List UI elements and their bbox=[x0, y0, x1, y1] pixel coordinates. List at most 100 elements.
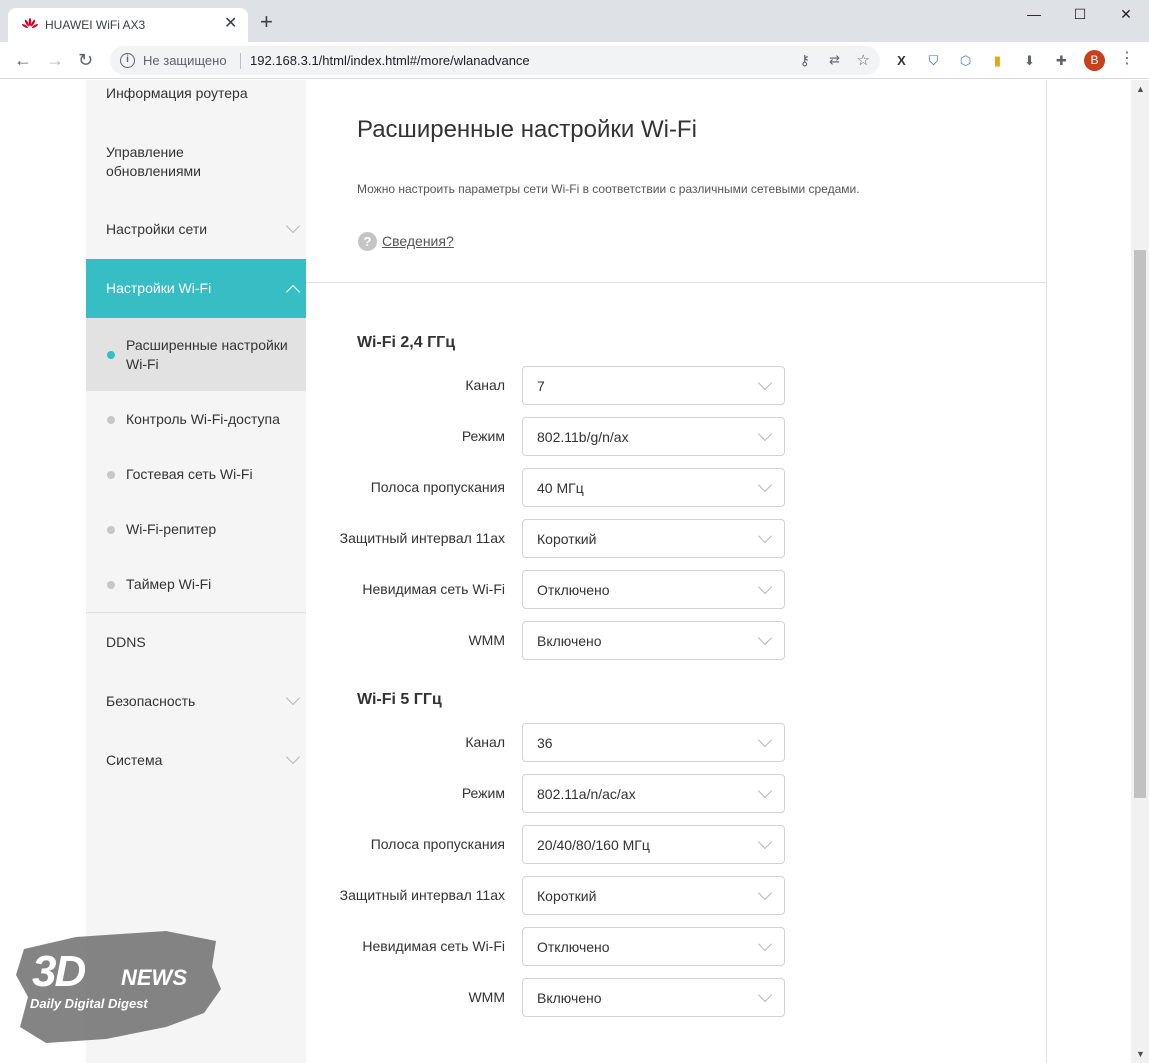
window-minimize-button[interactable]: — bbox=[1011, 6, 1057, 28]
chevron-down-icon bbox=[285, 218, 301, 234]
chevron-down-icon bbox=[757, 528, 773, 544]
extension-x-icon[interactable]: X bbox=[893, 52, 910, 69]
sidebar-item-network[interactable]: Настройки сети bbox=[86, 201, 306, 259]
huawei-logo-icon bbox=[22, 18, 38, 28]
menu-dots-icon[interactable]: ⋮ bbox=[1119, 50, 1135, 68]
scrollbar-thumb[interactable] bbox=[1134, 250, 1146, 798]
mode-24-select[interactable]: 802.11b/g/n/ax bbox=[522, 417, 785, 456]
shield-extension-icon[interactable]: ⛉ bbox=[925, 52, 942, 69]
browser-tab[interactable]: HUAWEI WiFi AX3 ✕ bbox=[8, 8, 248, 42]
sidebar-item-security[interactable]: Безопасность bbox=[86, 672, 306, 730]
dot-icon bbox=[107, 581, 115, 589]
sidebar-item-updates[interactable]: Управление обновлениями bbox=[86, 132, 306, 188]
setting-row-5-wmm: WMM Включено bbox=[306, 978, 1046, 1018]
guard-interval-24-select[interactable]: Короткий bbox=[522, 519, 785, 558]
forward-arrow-icon[interactable]: → bbox=[46, 51, 64, 69]
setting-row-24-channel: Канал 7 bbox=[306, 366, 1046, 406]
bandwidth-24-select[interactable]: 40 МГц bbox=[522, 468, 785, 507]
key-icon[interactable]: ⚷ bbox=[800, 52, 810, 69]
info-icon[interactable]: i bbox=[120, 53, 135, 68]
page-margin-left bbox=[0, 80, 86, 1063]
select-value: Включено bbox=[537, 633, 602, 649]
channel-24-select[interactable]: 7 bbox=[522, 366, 785, 405]
badge-extension-icon[interactable]: ⬡ bbox=[957, 52, 974, 69]
channel-5-select[interactable]: 36 bbox=[522, 723, 785, 762]
chevron-down-icon bbox=[757, 885, 773, 901]
puzzle-icon[interactable]: ✚ bbox=[1053, 52, 1070, 69]
setting-row-24-wmm: WMM Включено bbox=[306, 621, 1046, 661]
security-status[interactable]: Не защищено bbox=[143, 53, 227, 68]
hidden-network-24-select[interactable]: Отключено bbox=[522, 570, 785, 609]
sidebar-item-label: DDNS bbox=[106, 634, 146, 650]
setting-row-24-hidden-network: Невидимая сеть Wi-Fi Отключено bbox=[306, 570, 1046, 610]
setting-row-24-mode: Режим 802.11b/g/n/ax bbox=[306, 417, 1046, 457]
guard-interval-5-select[interactable]: Короткий bbox=[522, 876, 785, 915]
translate-icon[interactable]: ⇄ bbox=[829, 52, 840, 68]
setting-label: Невидимая сеть Wi-Fi bbox=[362, 938, 505, 954]
scroll-down-icon[interactable]: ▼ bbox=[1136, 1049, 1145, 1059]
dot-icon bbox=[107, 471, 115, 479]
main-content: Расширенные настройки Wi-Fi Можно настро… bbox=[306, 80, 1046, 1063]
chevron-down-icon bbox=[285, 749, 301, 765]
new-tab-button[interactable]: + bbox=[260, 11, 273, 33]
content-divider bbox=[306, 282, 1046, 283]
active-dot-icon bbox=[107, 351, 115, 359]
page-title: Расширенные настройки Wi-Fi bbox=[357, 116, 697, 143]
select-value: 40 МГц bbox=[537, 480, 584, 496]
setting-label: Режим bbox=[461, 785, 505, 801]
sidebar-subitem-wifi-advanced[interactable]: Расширенные настройки Wi-Fi bbox=[86, 318, 306, 391]
window-maximize-button[interactable]: ☐ bbox=[1057, 6, 1103, 28]
chevron-down-icon bbox=[757, 426, 773, 442]
page-scrollbar[interactable]: ▲ ▼ bbox=[1131, 80, 1149, 1063]
select-value: Отключено bbox=[537, 582, 610, 598]
mode-5-select[interactable]: 802.11a/n/ac/ax bbox=[522, 774, 785, 813]
download-icon[interactable]: ⬇ bbox=[1021, 52, 1038, 69]
url-text[interactable]: 192.168.3.1/html/index.html#/more/wlanad… bbox=[250, 53, 530, 68]
dot-icon bbox=[107, 526, 115, 534]
chevron-down-icon bbox=[757, 732, 773, 748]
chevron-down-icon bbox=[757, 477, 773, 493]
tab-close-icon[interactable]: ✕ bbox=[224, 16, 237, 32]
window-close-button[interactable]: ✕ bbox=[1103, 6, 1149, 28]
sidebar-item-label: Безопасность bbox=[106, 693, 196, 709]
page-margin-right bbox=[1046, 80, 1131, 1063]
help-question-icon[interactable]: ? bbox=[358, 232, 377, 251]
hidden-network-5-select[interactable]: Отключено bbox=[522, 927, 785, 966]
profile-avatar[interactable]: B bbox=[1084, 50, 1105, 71]
select-value: 20/40/80/160 МГц bbox=[537, 837, 650, 853]
select-value: 36 bbox=[537, 735, 553, 751]
chevron-down-icon bbox=[757, 375, 773, 391]
watermark-3d-text: 3D bbox=[32, 947, 86, 996]
sidebar-item-wifi[interactable]: Настройки Wi-Fi bbox=[86, 259, 306, 318]
scroll-up-icon[interactable]: ▲ bbox=[1136, 84, 1145, 94]
back-arrow-icon[interactable]: ← bbox=[14, 51, 32, 69]
bookmark-star-icon[interactable]: ☆ bbox=[857, 51, 870, 69]
sidebar-subitem-wifi-repeater[interactable]: Wi-Fi-репитер bbox=[86, 501, 306, 556]
reload-icon[interactable]: ↻ bbox=[78, 51, 93, 69]
color-extension-icon[interactable]: ▮ bbox=[989, 52, 1006, 69]
select-value: Короткий bbox=[537, 888, 597, 904]
sidebar-item-router-info[interactable]: Информация роутера bbox=[86, 80, 306, 116]
sidebar-subitem-wifi-access[interactable]: Контроль Wi-Fi-доступа bbox=[86, 391, 306, 446]
tab-title: HUAWEI WiFi AX3 bbox=[45, 18, 146, 32]
address-bar[interactable]: i Не защищено 192.168.3.1/html/index.htm… bbox=[110, 46, 880, 75]
setting-label: Режим bbox=[461, 428, 505, 444]
wmm-24-select[interactable]: Включено bbox=[522, 621, 785, 660]
sidebar-item-ddns[interactable]: DDNS bbox=[86, 613, 306, 671]
sidebar-subitem-label: Таймер Wi-Fi bbox=[126, 576, 212, 592]
sidebar-subitem-guest-wifi[interactable]: Гостевая сеть Wi-Fi bbox=[86, 446, 306, 501]
sidebar-item-system[interactable]: Система bbox=[86, 731, 306, 789]
section-title-5ghz: Wi-Fi 5 ГГц bbox=[357, 691, 442, 708]
help-link[interactable]: Сведения? bbox=[382, 233, 454, 249]
sidebar-subitem-label: Гостевая сеть Wi-Fi bbox=[126, 466, 253, 482]
bandwidth-5-select[interactable]: 20/40/80/160 МГц bbox=[522, 825, 785, 864]
watermark-news-text: NEWS bbox=[121, 965, 187, 990]
setting-label: Полоса пропускания bbox=[370, 479, 505, 495]
sidebar-subitem-wifi-timer[interactable]: Таймер Wi-Fi bbox=[86, 556, 306, 611]
setting-row-5-mode: Режим 802.11a/n/ac/ax bbox=[306, 774, 1046, 814]
section-title-24ghz: Wi-Fi 2,4 ГГц bbox=[357, 334, 456, 351]
chevron-down-icon bbox=[757, 936, 773, 952]
setting-label: Защитный интервал 11ax bbox=[339, 530, 505, 546]
select-value: Включено bbox=[537, 990, 602, 1006]
wmm-5-select[interactable]: Включено bbox=[522, 978, 785, 1017]
